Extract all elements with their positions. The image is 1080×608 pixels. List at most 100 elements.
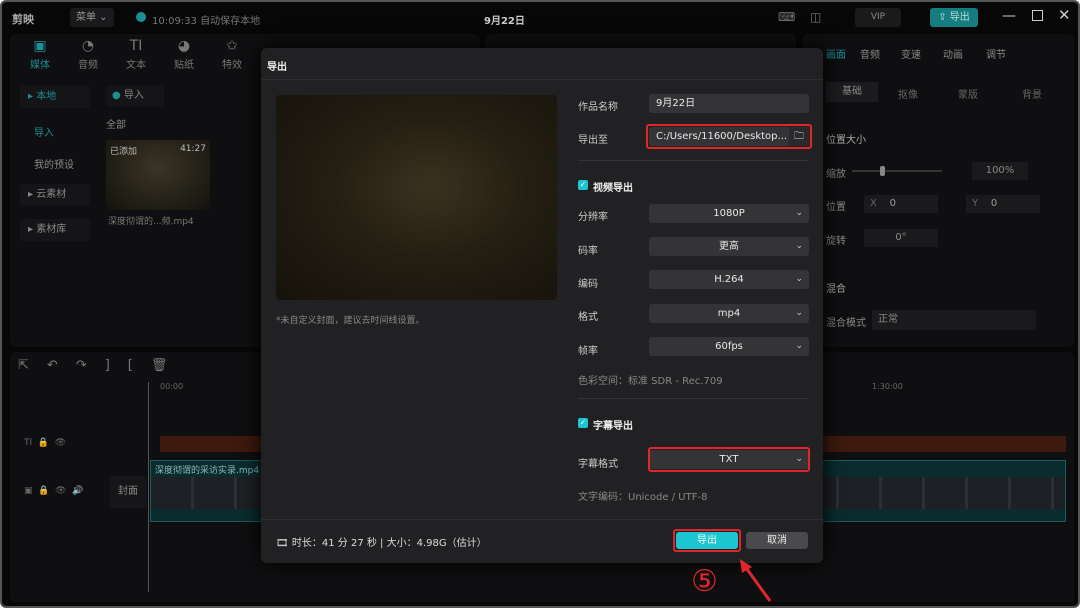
video-export-checkbox[interactable]: ✓	[578, 180, 588, 190]
chevron-down-icon: ⌄	[795, 341, 803, 351]
bitrate-label: 码率	[578, 246, 598, 257]
subtab-basic[interactable]: 基础	[826, 82, 878, 102]
time-start: 00:00	[160, 382, 184, 391]
nav-presets[interactable]: 我的预设	[34, 156, 74, 171]
bitrate-select[interactable]: 更高 ⌄	[649, 237, 809, 256]
vip-button[interactable]: VIP	[855, 8, 901, 27]
title-bar: 剪映 菜单 ⌄ 10:09:33 自动保存本地 9月22日 ⌨ ◫ VIP ⇪ …	[2, 2, 1078, 34]
tool-effects[interactable]: ✩ 特效	[208, 38, 256, 71]
highlight-subtitle-format	[648, 447, 810, 472]
close-button[interactable]: ✕	[1058, 6, 1071, 24]
resolution-select[interactable]: 1080P ⌄	[649, 204, 809, 223]
audio-icon: ◔	[81, 38, 95, 54]
playhead[interactable]	[148, 382, 149, 592]
subtab-mask[interactable]: 蒙版	[958, 86, 978, 101]
tab-audio[interactable]: 音频	[860, 46, 880, 61]
annotation-arrow	[740, 559, 772, 602]
nav-import[interactable]: 导入	[34, 124, 54, 139]
chevron-down-icon: ⌄	[795, 274, 803, 284]
dialog-title: 导出	[267, 62, 287, 73]
cover-hint: *未自定义封面，建议去时间线设置。	[276, 316, 425, 326]
chevron-down-icon: ⌄	[795, 241, 803, 251]
color-space: 色彩空间：标准 SDR - Rec.709	[578, 376, 723, 387]
minimize-button[interactable]: —	[1002, 8, 1016, 24]
tab-adjust[interactable]: 调节	[986, 46, 1006, 61]
position-label: 位置	[826, 202, 846, 213]
select-tool-icon[interactable]: ⇱	[18, 358, 47, 373]
top-export-button[interactable]: ⇪ 导出	[930, 8, 978, 27]
clip-duration: 41:27	[180, 144, 206, 154]
media-clip-name: 深度彻谓的...频.mp4	[108, 217, 194, 227]
text-icon: TI	[129, 38, 143, 54]
video-track-icons: ▣ 🔒 👁 🔊	[24, 486, 84, 496]
export-dialog: 导出 *未自定义封面，建议去时间线设置。 作品名称 9月22日 导出至 C:/U…	[261, 48, 823, 563]
video-export-label: 视频导出	[593, 183, 633, 194]
shortcut-icon[interactable]: ⌨	[778, 10, 795, 24]
tool-text[interactable]: TI 文本	[112, 38, 160, 71]
format-label: 格式	[578, 312, 598, 323]
x-input[interactable]: X 0	[864, 195, 938, 213]
import-button[interactable]: ● 导入	[106, 86, 164, 106]
blend-mode-label: 混合模式	[826, 318, 866, 329]
cancel-button[interactable]: 取消	[746, 532, 808, 549]
nav-library[interactable]: ▸ 素材库	[20, 219, 90, 241]
export-icon: ⇪	[938, 12, 947, 23]
media-clip-thumbnail[interactable]: 已添加 41:27	[106, 140, 210, 210]
subtitle-format-label: 字幕格式	[578, 459, 618, 470]
highlight-path	[646, 124, 812, 149]
fps-select[interactable]: 60fps ⌄	[649, 337, 809, 356]
name-input[interactable]: 9月22日	[649, 94, 809, 113]
scale-slider[interactable]	[852, 166, 942, 176]
autosave-icon	[136, 12, 146, 22]
time-mid: 1:30:00	[872, 382, 903, 391]
undo-icon[interactable]: ↶	[47, 358, 76, 373]
export-info: 🎞 时长：41 分 27 秒 | 大小：4.98G（估计）	[276, 538, 487, 549]
subtab-cutout[interactable]: 抠像	[898, 86, 918, 101]
cover-button[interactable]: 封面	[110, 476, 146, 508]
nav-local[interactable]: ▸ 本地	[20, 86, 90, 108]
tool-sticker[interactable]: ◕ 贴纸	[160, 38, 208, 71]
format-select[interactable]: mp4 ⌄	[649, 304, 809, 323]
chevron-down-icon: ⌄	[795, 208, 803, 218]
y-input[interactable]: Y 0	[966, 195, 1040, 213]
subtab-background[interactable]: 背景	[1022, 86, 1042, 101]
section-position: 位置大小	[826, 135, 866, 146]
scale-label: 缩放	[826, 169, 846, 180]
fps-label: 帧率	[578, 346, 598, 357]
app-logo: 剪映	[12, 13, 34, 26]
resolution-label: 分辨率	[578, 212, 608, 223]
rotate-input[interactable]: 0°	[864, 229, 938, 247]
path-label: 导出至	[578, 135, 608, 146]
chevron-down-icon: ⌄	[795, 308, 803, 318]
rotate-label: 旋转	[826, 236, 846, 247]
subtitle-export-label: 字幕导出	[593, 421, 633, 432]
blend-mode-select[interactable]: 正常	[872, 310, 1036, 330]
tab-animation[interactable]: 动画	[943, 46, 963, 61]
step-annotation: ⑤	[691, 564, 718, 599]
redo-icon[interactable]: ↷	[76, 358, 105, 373]
autosave-status: 10:09:33 自动保存本地	[152, 16, 261, 27]
project-title: 9月22日	[484, 16, 525, 27]
tab-speed[interactable]: 变速	[901, 46, 921, 61]
properties-panel: 画面 音频 变速 动画 调节 基础 抠像 蒙版 背景 位置大小 缩放 100% …	[802, 34, 1074, 347]
tool-media[interactable]: ▣ 媒体	[16, 38, 64, 71]
scale-input[interactable]: 100%	[972, 162, 1028, 180]
nav-cloud[interactable]: ▸ 云素材	[20, 184, 90, 206]
name-label: 作品名称	[578, 102, 618, 113]
cover-preview[interactable]	[276, 95, 557, 300]
subtitle-export-checkbox[interactable]: ✓	[578, 418, 588, 428]
layout-icon[interactable]: ◫	[810, 10, 821, 24]
split-icon[interactable]: ][	[105, 358, 151, 373]
section-blend: 混合	[826, 284, 846, 295]
timeline-toolbar: ⇱↶↷][🗑	[18, 358, 185, 373]
sticker-icon: ◕	[177, 38, 191, 54]
delete-icon[interactable]: 🗑	[151, 358, 186, 373]
film-icon: 🎞	[276, 538, 289, 549]
filter-all[interactable]: 全部	[106, 116, 126, 131]
tab-picture[interactable]: 画面	[826, 46, 846, 61]
text-track-icons: TI 🔒 👁	[24, 438, 67, 448]
tool-audio[interactable]: ◔ 音频	[64, 38, 112, 71]
codec-select[interactable]: H.264 ⌄	[649, 270, 809, 289]
maximize-button[interactable]	[1032, 10, 1043, 21]
menu-button[interactable]: 菜单 ⌄	[70, 8, 114, 27]
